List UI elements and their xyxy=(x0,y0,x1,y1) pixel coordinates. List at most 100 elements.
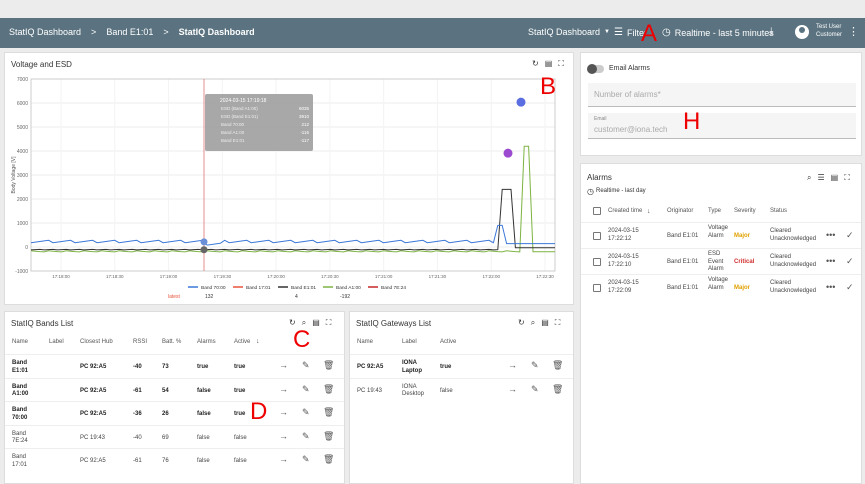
delete-icon[interactable]: 🗑 xyxy=(323,431,334,442)
band-active: true xyxy=(234,411,246,417)
arrow-forward-icon[interactable]: → xyxy=(508,384,517,394)
y-tick-label: 2000 xyxy=(17,197,28,203)
tooltip-series: Band 70:00 xyxy=(221,122,245,127)
edit-icon[interactable]: ✎ xyxy=(302,384,310,395)
row-checkbox[interactable] xyxy=(593,232,601,240)
fullscreen-icon[interactable]: ⛶ xyxy=(844,173,850,183)
row-checkbox[interactable] xyxy=(593,258,601,266)
band-row[interactable]: Band 7E:24 PC 19:43 -40 69 false false → ✎ 🗑 xyxy=(5,424,344,448)
fullscreen-icon[interactable]: ⛶ xyxy=(555,318,561,328)
alarms-timewindow[interactable]: Realtime - last day xyxy=(596,188,646,194)
col-originator[interactable]: Originator xyxy=(667,208,693,214)
arrow-forward-icon[interactable]: → xyxy=(508,360,517,370)
col-active[interactable]: Active xyxy=(234,339,250,345)
band-row[interactable]: Band 70:00 PC 92:A5 -36 26 false true → ✎ 🗑 xyxy=(5,401,344,424)
more-horiz-icon[interactable]: ••• xyxy=(826,256,835,266)
col-name[interactable]: Name xyxy=(357,339,373,345)
tooltip-value: -117 xyxy=(300,138,309,143)
col-created-time[interactable]: Created time xyxy=(608,208,642,214)
band-name: Band E1:01 xyxy=(12,360,29,374)
row-checkbox[interactable] xyxy=(593,284,601,292)
band-batt: 26 xyxy=(162,411,169,417)
tooltip-series: Band A1:00 xyxy=(221,130,245,135)
check-icon[interactable]: ✓ xyxy=(846,282,854,293)
download-icon[interactable]: ⤓ xyxy=(769,26,773,37)
gateway-row[interactable]: PC 92:A5 IONA Laptop true → ✎ 🗑 xyxy=(350,354,573,377)
breadcrumb-band[interactable]: Band E1:01 xyxy=(106,27,153,37)
arrow-forward-icon[interactable]: → xyxy=(279,431,288,441)
arrow-forward-icon[interactable]: → xyxy=(279,360,288,370)
delete-icon[interactable]: 🗑 xyxy=(323,454,334,465)
col-label[interactable]: Label xyxy=(49,339,64,345)
breadcrumb-root[interactable]: StatIQ Dashboard xyxy=(9,27,81,37)
band-row[interactable]: Band 17:01 PC 92:A5 -61 76 false false → ✎ 🗑 xyxy=(5,448,344,471)
check-icon[interactable]: ✓ xyxy=(846,230,854,241)
tooltip-value: 212 xyxy=(301,122,309,127)
col-batt[interactable]: Batt. % xyxy=(162,339,181,345)
tooltip-series: ESD (Band A1:00) xyxy=(221,106,258,111)
col-closest-hub[interactable]: Closest Hub xyxy=(80,339,113,345)
band-row[interactable]: Band A1:00 PC 92:A5 -61 54 false true → ✎ 🗑 xyxy=(5,377,344,401)
band-rssi: -40 xyxy=(133,364,142,370)
delete-icon[interactable]: 🗑 xyxy=(323,360,334,371)
alarm-row[interactable]: 2024-03-15 17:22:10 Band E1:01 ESD Event A… xyxy=(581,248,861,274)
select-all-checkbox[interactable] xyxy=(593,207,601,215)
search-icon[interactable]: ⌕ xyxy=(531,318,535,328)
col-status[interactable]: Status xyxy=(770,208,787,214)
refresh-icon[interactable]: ↻ xyxy=(518,318,525,328)
tooltip-series: ESD (Band E1:01) xyxy=(221,114,259,119)
band-row[interactable]: Band E1:01 PC 92:A5 -40 73 true true → ✎ 🗑 xyxy=(5,354,344,377)
delete-icon[interactable]: 🗑 xyxy=(552,384,563,395)
clock-icon: ◷ xyxy=(587,187,594,196)
band-name: Band 7E:24 xyxy=(12,430,28,445)
arrow-forward-icon[interactable]: → xyxy=(279,407,288,417)
dashboard-select[interactable]: StatIQ Dashboard ▼ xyxy=(528,27,610,37)
edit-icon[interactable]: ✎ xyxy=(302,407,310,418)
x-tick-label: 17:20:30 xyxy=(321,274,339,279)
delete-icon[interactable]: 🗑 xyxy=(552,360,563,371)
gateway-label: IONA Laptop xyxy=(402,360,422,374)
edit-icon[interactable]: ✎ xyxy=(531,384,539,395)
user-name: Test User xyxy=(816,24,842,30)
col-rssi[interactable]: RSSI xyxy=(133,339,147,345)
edit-icon[interactable]: ✎ xyxy=(302,454,310,465)
export-icon[interactable]: ▤ xyxy=(541,318,549,328)
col-name[interactable]: Name xyxy=(12,339,28,345)
email-input[interactable]: Email customer@iona.tech xyxy=(588,113,856,139)
col-type[interactable]: Type xyxy=(708,208,721,214)
panel-title: Alarms xyxy=(587,173,612,182)
more-horiz-icon[interactable]: ••• xyxy=(826,282,835,292)
edit-icon[interactable]: ✎ xyxy=(531,360,539,371)
x-tick-label: 17:18:00 xyxy=(52,274,70,279)
alarm-row[interactable]: 2024-03-15 17:22:12 Band E1:01 Voltage Ala… xyxy=(581,222,861,248)
timewindow-button[interactable]: ◷ Realtime - last 5 minutes xyxy=(662,27,774,38)
check-icon[interactable]: ✓ xyxy=(846,256,854,267)
arrow-forward-icon[interactable]: → xyxy=(279,384,288,394)
voltage-chart[interactable]: 7000 6000 5000 4000 3000 2000 1000 0 -1000 17:18:… xyxy=(5,53,575,306)
toggle-switch[interactable] xyxy=(587,64,604,74)
col-severity[interactable]: Severity xyxy=(734,208,756,214)
number-of-alarms-placeholder: Number of alarms* xyxy=(594,90,661,99)
annotation-h: H xyxy=(683,108,701,135)
more-horiz-icon[interactable]: ••• xyxy=(826,230,835,240)
search-icon[interactable]: ⌕ xyxy=(807,173,811,183)
legend-label: Band 7E:24 xyxy=(381,285,406,291)
export-icon[interactable]: ▤ xyxy=(312,318,320,328)
gateway-row[interactable]: PC 19:43 IONA Desktop false → ✎ 🗑 xyxy=(350,377,573,401)
col-label[interactable]: Label xyxy=(402,339,417,345)
user-menu[interactable]: Test User Customer xyxy=(795,24,842,40)
more-vert-icon[interactable]: ⋮ xyxy=(848,25,859,38)
filter-icon[interactable]: ☰ xyxy=(817,173,824,183)
alarm-time: 2024-03-15 17:22:09 xyxy=(608,280,639,294)
arrow-forward-icon[interactable]: → xyxy=(279,454,288,464)
col-alarms[interactable]: Alarms xyxy=(197,339,216,345)
fullscreen-icon[interactable]: ⛶ xyxy=(326,318,332,328)
delete-icon[interactable]: 🗑 xyxy=(323,407,334,418)
export-icon[interactable]: ▤ xyxy=(831,173,839,183)
edit-icon[interactable]: ✎ xyxy=(302,360,310,371)
number-of-alarms-input[interactable]: Number of alarms* xyxy=(588,83,856,107)
alarm-row[interactable]: 2024-03-15 17:22:09 Band E1:01 Voltage Ala… xyxy=(581,274,861,300)
edit-icon[interactable]: ✎ xyxy=(302,431,310,442)
delete-icon[interactable]: 🗑 xyxy=(323,384,334,395)
col-active[interactable]: Active xyxy=(440,339,456,345)
